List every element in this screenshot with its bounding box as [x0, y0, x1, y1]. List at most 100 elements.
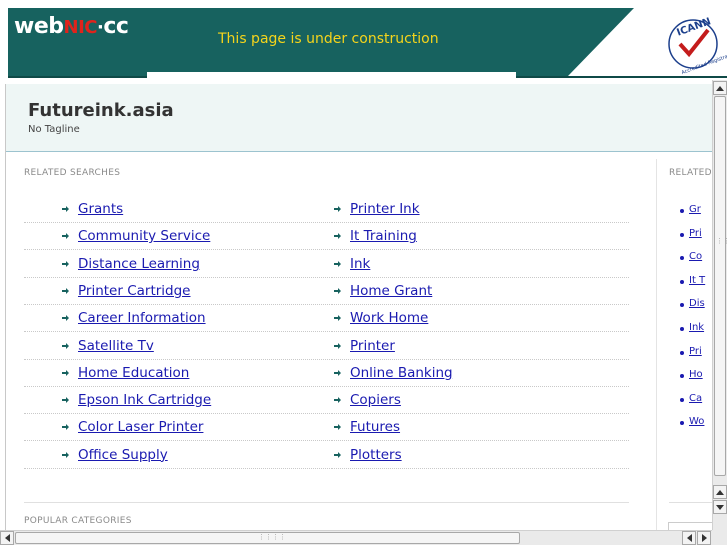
site-title: Futureink.asia [28, 100, 174, 121]
chevron-right-icon [701, 534, 707, 542]
search-row: Ink [332, 251, 629, 278]
search-link[interactable]: Online Banking [350, 365, 453, 381]
related-side-link[interactable]: Co [680, 251, 703, 263]
vertical-scrollbar[interactable]: ⋮⋮ [712, 80, 727, 530]
scroll-up-button-lower[interactable] [713, 485, 727, 499]
related-side-link-text: Ink [689, 322, 705, 333]
search-link[interactable]: Ink [350, 256, 370, 272]
arrow-right-icon [334, 396, 344, 406]
search-row: It Training [332, 223, 629, 251]
divider [24, 502, 629, 503]
logo-nic: NIC [63, 17, 98, 38]
search-link[interactable]: Copiers [350, 392, 401, 408]
bullet-icon [680, 232, 684, 237]
arrow-right-icon [62, 287, 72, 297]
search-link[interactable]: Community Service [78, 228, 210, 244]
arrow-right-icon [62, 369, 72, 379]
bullet-icon [680, 256, 684, 261]
related-side-link-text: Ho [689, 369, 703, 381]
scroll-left-button-right[interactable] [682, 531, 696, 545]
arrow-right-icon [334, 260, 344, 270]
search-link[interactable]: Distance Learning [78, 256, 200, 272]
search-row: Career Information [24, 305, 332, 333]
related-side-link[interactable]: Wo [680, 416, 705, 428]
search-row: Home Grant [332, 278, 629, 305]
search-link[interactable]: Home Grant [350, 283, 432, 299]
related-side-link-text: It T [689, 274, 706, 286]
webnic-logo[interactable]: webNIC·cc [14, 14, 129, 39]
arrow-right-icon [62, 396, 72, 406]
scroll-up-button[interactable] [713, 81, 727, 95]
search-row: Futures [332, 414, 629, 442]
bullet-icon [680, 303, 684, 308]
search-row: Home Education [24, 360, 332, 387]
bullet-icon [680, 279, 684, 284]
search-link[interactable]: Work Home [350, 310, 428, 326]
content-frame: Futureink.asia No Tagline RELATED SEARCH… [5, 84, 714, 530]
search-row: Copiers [332, 387, 629, 415]
search-link[interactable]: Grants [78, 201, 123, 217]
top-banner: webNIC·cc This page is under constructio… [0, 0, 727, 81]
bullet-icon [680, 327, 684, 331]
divider [669, 502, 714, 503]
search-link[interactable]: Futures [350, 419, 400, 435]
related-side-link[interactable]: Ho [680, 369, 703, 381]
arrow-right-icon [334, 342, 344, 352]
search-link[interactable]: Office Supply [78, 447, 168, 463]
arrow-right-icon [62, 423, 72, 433]
related-side-link[interactable]: Pri [680, 345, 702, 357]
chevron-left-icon [686, 534, 692, 542]
related-side-link-text: Co [689, 251, 703, 263]
search-row: Plotters [332, 442, 629, 469]
related-side-link-text: Dis [689, 298, 705, 310]
arrow-right-icon [62, 451, 72, 461]
arrow-right-icon [62, 260, 72, 270]
bullet-icon [680, 350, 684, 355]
icann-badge[interactable]: ICANN Accredited Registrar [568, 8, 727, 76]
search-link[interactable]: Satellite Tv [78, 338, 154, 354]
search-link[interactable]: Printer Cartridge [78, 283, 191, 299]
search-link[interactable]: It Training [350, 228, 417, 244]
related-side-link[interactable]: Ca [680, 393, 702, 404]
vertical-scroll-thumb[interactable] [714, 96, 726, 476]
related-side-link[interactable]: Ink [680, 322, 705, 333]
search-link[interactable]: Printer Ink [350, 201, 420, 217]
arrow-right-icon [62, 205, 72, 215]
scroll-right-button[interactable] [697, 531, 711, 545]
chevron-left-icon [4, 534, 10, 542]
popular-categories-label: POPULAR CATEGORIES [24, 516, 132, 526]
related-searches-label: RELATED SEARCHES [24, 168, 121, 178]
search-link[interactable]: Career Information [78, 310, 206, 326]
arrow-right-icon [334, 287, 344, 297]
related-side-link[interactable]: Gr [680, 204, 701, 215]
scroll-grip-icon: ⋮⋮ [716, 237, 727, 245]
search-link[interactable]: Epson Ink Cartridge [78, 392, 211, 408]
arrow-right-icon [334, 451, 344, 461]
banner-strip [147, 72, 516, 81]
search-row: Work Home [332, 305, 629, 333]
search-row: Printer Ink [332, 196, 629, 223]
related-side-link-text: Wo [689, 416, 705, 428]
search-row: Epson Ink Cartridge [24, 387, 332, 415]
related-side-link-text: Pri [689, 345, 702, 357]
arrow-right-icon [334, 205, 344, 215]
search-link[interactable]: Color Laser Printer [78, 419, 203, 435]
search-link[interactable]: Printer [350, 338, 395, 354]
scroll-left-button[interactable] [0, 531, 14, 545]
arrow-right-icon [62, 314, 72, 324]
related-side-link[interactable]: Dis [680, 298, 705, 310]
horizontal-scrollbar[interactable]: ⋮⋮⋮⋮ [0, 530, 712, 545]
search-row: Online Banking [332, 360, 629, 387]
logo-web: web [14, 14, 64, 39]
search-row: Satellite Tv [24, 333, 332, 360]
scroll-grip-icon: ⋮⋮⋮⋮ [258, 533, 286, 541]
search-link[interactable]: Plotters [350, 447, 402, 463]
chevron-down-icon [716, 504, 724, 510]
related-side-link[interactable]: It T [680, 274, 706, 286]
search-row: Printer [332, 333, 629, 360]
related-side-link[interactable]: Pri [680, 227, 702, 239]
scroll-down-button[interactable] [713, 500, 727, 514]
arrow-right-icon [62, 342, 72, 352]
search-link[interactable]: Home Education [78, 365, 189, 381]
related-side-link-text: Pri [689, 227, 702, 239]
